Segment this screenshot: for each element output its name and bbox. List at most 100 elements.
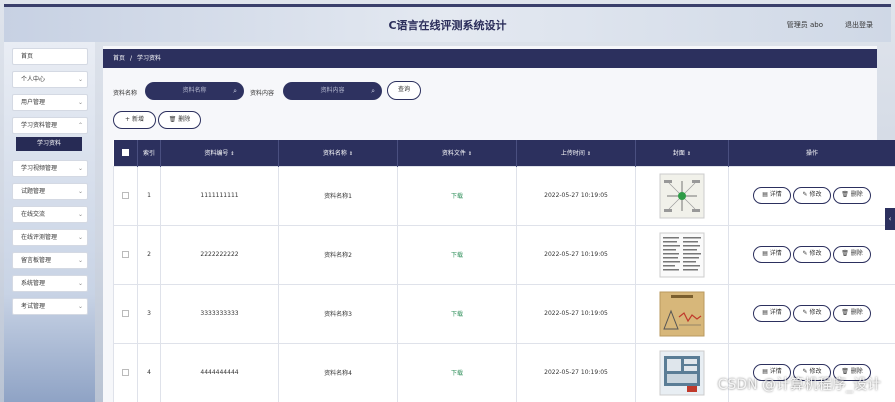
chevron-down-icon: ⌄ bbox=[77, 188, 83, 195]
row-checkbox[interactable] bbox=[122, 251, 129, 258]
sidebar-item-label: 用户管理 bbox=[21, 99, 46, 106]
sidebar-item-profile[interactable]: 个人中心 ⌄ bbox=[12, 71, 88, 88]
search-name-input[interactable]: 资料名称 ⌕ bbox=[145, 82, 244, 100]
column-header-label: 资料编号 bbox=[204, 150, 229, 158]
row-checkbox[interactable] bbox=[122, 192, 129, 199]
sort-icon: ⇕ bbox=[586, 151, 592, 158]
sort-icon: ⇕ bbox=[348, 151, 354, 158]
cover-image bbox=[659, 173, 705, 218]
chevron-down-icon: ⌄ bbox=[77, 234, 83, 241]
trash-icon: 🗑 bbox=[841, 309, 849, 316]
logout-link[interactable]: 退出登录 bbox=[845, 20, 873, 30]
edit-button[interactable]: ✎ 修改 bbox=[793, 305, 831, 322]
breadcrumb-separator: / bbox=[130, 55, 133, 62]
sidebar-item-evaluation[interactable]: 在线评测管理 ⌄ bbox=[12, 229, 88, 246]
row-select-cell bbox=[113, 342, 138, 402]
delete-row-button[interactable]: 🗑 删除 bbox=[833, 187, 871, 204]
column-header[interactable]: 资料文件 ⇕ bbox=[397, 140, 517, 166]
edit-button[interactable]: ✎ 修改 bbox=[793, 187, 831, 204]
sidebar-item-system[interactable]: 系统管理 ⌄ bbox=[12, 275, 88, 292]
materials-table: 索引 资料编号 ⇕ 资料名称 ⇕ 资料文件 ⇕ 上传时间 ⇕ 封面 ⇕ 操作 1 1111… bbox=[113, 140, 895, 402]
column-header[interactable]: 资料编号 ⇕ bbox=[160, 140, 279, 166]
download-link[interactable]: 下载 bbox=[451, 370, 463, 377]
sidebar-item-label: 考试管理 bbox=[21, 303, 46, 310]
row-checkbox[interactable] bbox=[122, 369, 129, 376]
row-index: 3 bbox=[137, 283, 161, 344]
current-user: 管理员 abo bbox=[786, 21, 823, 29]
sort-icon: ⇕ bbox=[467, 151, 473, 158]
row-file: 下载 bbox=[397, 283, 517, 344]
download-link[interactable]: 下载 bbox=[451, 193, 463, 200]
row-cover bbox=[635, 283, 729, 344]
search-content-placeholder: 资料内容 bbox=[320, 87, 345, 94]
download-link[interactable]: 下载 bbox=[451, 311, 463, 318]
row-cover bbox=[635, 224, 729, 285]
select-all-checkbox[interactable] bbox=[121, 149, 129, 157]
sidebar-item-videos[interactable]: 学习视频管理 ⌄ bbox=[12, 160, 88, 177]
column-header[interactable]: 上传时间 ⇕ bbox=[516, 140, 636, 166]
row-code: 1111111111 bbox=[160, 165, 279, 226]
table-row: 3 3333333333 资料名称3 下载 2022-05-27 10:19:0… bbox=[113, 283, 895, 344]
sidebar-item-home[interactable]: 首页 bbox=[12, 48, 88, 65]
delete-button[interactable]: 🗑 删除 bbox=[158, 111, 201, 129]
chevron-down-icon: ⌄ bbox=[77, 280, 83, 287]
table-row: 2 2222222222 资料名称2 下载 2022-05-27 10:19:0… bbox=[113, 224, 895, 285]
sidebar-item-label: 留言板管理 bbox=[21, 257, 52, 264]
delete-row-button[interactable]: 🗑 删除 bbox=[833, 246, 871, 263]
detail-button[interactable]: ▤ 详情 bbox=[753, 187, 791, 204]
sidebar-item-label: 学习资料管理 bbox=[21, 122, 58, 129]
search-content-input[interactable]: 资料内容 ⌕ bbox=[283, 82, 382, 100]
row-actions: ▤ 详情 ✎ 修改 🗑 删除 bbox=[728, 165, 895, 226]
row-index: 4 bbox=[137, 342, 161, 402]
edit-button[interactable]: ✎ 修改 bbox=[793, 246, 831, 263]
detail-button[interactable]: ▤ 详情 bbox=[753, 246, 791, 263]
row-checkbox[interactable] bbox=[122, 310, 129, 317]
search-name-label: 资料名称 bbox=[113, 90, 138, 97]
detail-button[interactable]: ▤ 详情 bbox=[753, 305, 791, 322]
select-all-header[interactable] bbox=[113, 140, 138, 166]
column-header-label: 资料名称 bbox=[322, 150, 347, 158]
row-select-cell bbox=[113, 224, 138, 285]
detail-icon: ▤ bbox=[762, 191, 768, 198]
add-button[interactable]: + 新增 bbox=[113, 111, 156, 129]
delete-row-button[interactable]: 🗑 删除 bbox=[833, 305, 871, 322]
sidebar-item-users[interactable]: 用户管理 ⌄ bbox=[12, 94, 88, 111]
column-header-label: 资料文件 bbox=[441, 150, 466, 158]
sort-icon: ⇕ bbox=[230, 151, 235, 158]
column-header: 操作 bbox=[728, 140, 895, 166]
delete-row-button-label: 删除 bbox=[850, 191, 863, 198]
cover-image bbox=[659, 291, 705, 336]
detail-button-label: 详情 bbox=[769, 191, 782, 198]
side-collapse-tab[interactable]: ‹ bbox=[885, 208, 895, 230]
row-name: 资料名称4 bbox=[278, 342, 398, 402]
sidebar-item-label: 首页 bbox=[21, 53, 34, 60]
chevron-left-icon: ‹ bbox=[888, 215, 892, 223]
sidebar-item-chat[interactable]: 在线交流 ⌄ bbox=[12, 206, 88, 223]
download-link[interactable]: 下载 bbox=[451, 252, 463, 259]
column-header[interactable]: 封面 ⇕ bbox=[635, 140, 729, 166]
row-index: 2 bbox=[137, 224, 161, 285]
delete-button-label: 删除 bbox=[178, 116, 191, 123]
row-file: 下载 bbox=[397, 165, 517, 226]
row-name: 资料名称3 bbox=[278, 283, 398, 344]
sidebar-item-guestbook[interactable]: 留言板管理 ⌄ bbox=[12, 252, 88, 269]
chevron-up-icon: ⌃ bbox=[77, 122, 83, 129]
row-select-cell bbox=[113, 283, 138, 344]
sidebar-item-label: 试题管理 bbox=[21, 188, 46, 195]
sidebar-subitem-materials[interactable]: 学习资料 bbox=[16, 137, 82, 151]
delete-row-button-label: 删除 bbox=[850, 250, 863, 257]
row-actions: ▤ 详情 ✎ 修改 🗑 删除 bbox=[728, 224, 895, 285]
edit-icon: ✎ bbox=[802, 250, 808, 257]
row-select-cell bbox=[113, 165, 138, 226]
row-actions: ▤ 详情 ✎ 修改 🗑 删除 bbox=[728, 283, 895, 344]
sidebar-item-exams[interactable]: 考试管理 ⌄ bbox=[12, 298, 88, 315]
column-header[interactable]: 资料名称 ⇕ bbox=[278, 140, 398, 166]
cover-image bbox=[659, 232, 705, 277]
sidebar-item-questions[interactable]: 试题管理 ⌄ bbox=[12, 183, 88, 200]
breadcrumb-home[interactable]: 首页 bbox=[113, 55, 125, 62]
search-icon: ⌕ bbox=[371, 87, 375, 95]
query-button[interactable]: 查询 bbox=[387, 81, 421, 100]
column-header: 索引 bbox=[137, 140, 161, 166]
sidebar-item-materials[interactable]: 学习资料管理 ⌃ bbox=[12, 117, 88, 134]
detail-button-label: 详情 bbox=[769, 250, 782, 257]
